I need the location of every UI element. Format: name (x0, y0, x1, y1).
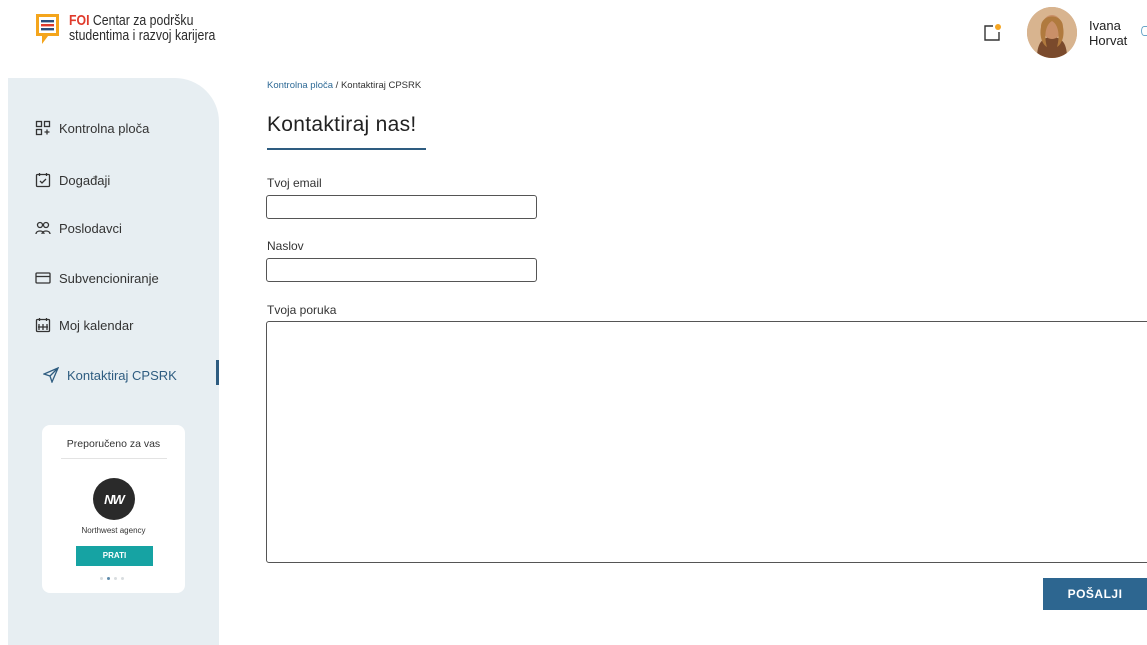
logo-text: FOI Centar za podršku studentima i razvo… (69, 13, 215, 43)
chat-bubble-list-icon (34, 12, 61, 48)
carousel-dot[interactable] (121, 577, 124, 580)
sidebar-item-dashboard[interactable]: Kontrolna ploča (35, 120, 149, 136)
message-label: Tvoja poruka (267, 303, 337, 317)
sidebar-item-contact[interactable]: Kontaktiraj CPSRK (43, 367, 177, 383)
sidebar-item-subsidies[interactable]: Subvencioniranje (35, 270, 159, 286)
divider (61, 458, 167, 459)
app-logo[interactable]: FOI Centar za podršku studentima i razvo… (34, 12, 247, 48)
title-underline (267, 148, 426, 150)
breadcrumb: Kontrolna ploča / Kontaktiraj CPSRK (267, 80, 421, 91)
follow-button[interactable]: PRATI (76, 546, 153, 566)
sidebar-item-events[interactable]: Događaji (35, 172, 110, 188)
subject-field[interactable] (266, 258, 537, 282)
subject-label: Naslov (267, 239, 304, 253)
sidebar-item-employers[interactable]: Poslodavci (35, 220, 122, 236)
page-title: Kontaktiraj nas! (267, 113, 417, 136)
recommendation-card: Preporučeno za vas NW Northwest agency P… (42, 425, 185, 593)
carousel-dot[interactable] (100, 577, 103, 580)
credit-card-icon (35, 272, 51, 284)
people-icon (35, 221, 51, 235)
breadcrumb-separator: / (333, 80, 341, 91)
notification-square-icon[interactable] (982, 23, 1002, 43)
user-name[interactable]: Ivana Horvat (1089, 18, 1127, 48)
sidebar-item-label: Poslodavci (59, 220, 122, 236)
email-label: Tvoj email (267, 176, 322, 190)
sidebar-item-label: Moj kalendar (59, 317, 134, 333)
sidebar-item-label: Događaji (59, 172, 111, 188)
breadcrumb-current: Kontaktiraj CPSRK (340, 80, 422, 91)
send-button[interactable]: POŠALJI (1043, 578, 1147, 610)
company-logo[interactable]: NW (93, 478, 135, 520)
message-textarea[interactable] (266, 321, 1147, 563)
email-field[interactable] (266, 195, 537, 219)
user-last-name: Horvat (1089, 33, 1128, 48)
active-indicator (216, 360, 219, 385)
carousel-dot-active[interactable] (107, 577, 110, 580)
calendar-grid-icon (35, 318, 51, 333)
company-name[interactable]: Northwest agency (42, 526, 185, 535)
sidebar-item-calendar[interactable]: Moj kalendar (35, 317, 133, 333)
carousel-dots (100, 577, 124, 580)
sidebar-item-label: Subvencioniranje (59, 270, 159, 286)
recommendation-title: Preporučeno za vas (66, 438, 161, 450)
sidebar-item-label: Kontrolna ploča (59, 120, 150, 136)
avatar[interactable] (1027, 7, 1077, 58)
sidebar-item-label: Kontaktiraj CPSRK (67, 367, 177, 383)
logo-line2: studentima i razvoj karijera (69, 27, 216, 44)
user-menu-icon[interactable] (1141, 26, 1147, 36)
send-icon (43, 367, 59, 383)
user-first-name: Ivana (1089, 18, 1121, 33)
dashboard-grid-icon (35, 120, 51, 136)
breadcrumb-parent-link[interactable]: Kontrolna ploča (267, 80, 333, 91)
calendar-check-icon (35, 173, 51, 188)
carousel-dot[interactable] (114, 577, 117, 580)
